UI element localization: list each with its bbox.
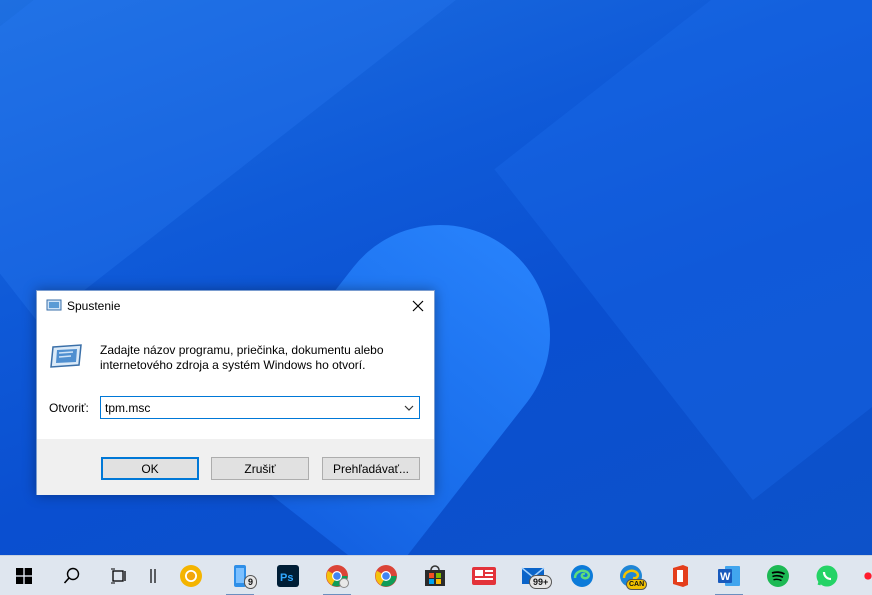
run-program-icon (50, 344, 82, 368)
taskbar-app-store[interactable] (415, 556, 455, 595)
run-dialog: Spustenie Zadajte názov programu, prieči… (36, 290, 435, 495)
close-button[interactable] (402, 291, 434, 321)
whatsapp-icon (816, 565, 838, 587)
notification-badge: 99+ (529, 575, 553, 589)
spotify-icon (767, 565, 789, 587)
taskbar-app-canary-browser[interactable] (171, 556, 211, 595)
news-icon (472, 567, 496, 585)
taskbar-app-chrome-profile[interactable] (317, 556, 357, 595)
taskbar-app-phone[interactable]: 9 (220, 556, 260, 595)
description-line: internetového zdroja a systém Windows ho… (100, 358, 366, 372)
open-combobox[interactable] (100, 396, 420, 419)
wallpaper-shape (494, 0, 872, 501)
taskbar-app-mail[interactable]: 99+ (513, 556, 553, 595)
open-input[interactable] (105, 399, 395, 416)
taskbar-app-opera[interactable] (852, 556, 872, 595)
chrome-icon (375, 565, 397, 587)
taskbar-app-edge[interactable] (562, 556, 602, 595)
taskbar-app-chrome[interactable] (366, 556, 406, 595)
taskbar-app-edge-canary[interactable]: CAN (611, 556, 651, 595)
taskbar-app-whatsapp[interactable] (807, 556, 847, 595)
task-view-icon (111, 568, 126, 584)
search-button[interactable] (52, 556, 92, 595)
taskbar-app-photoshop[interactable]: Ps (268, 556, 308, 595)
svg-text:Ps: Ps (280, 572, 293, 584)
open-label: Otvoriť: (49, 401, 89, 415)
photoshop-icon: Ps (277, 565, 299, 587)
dialog-footer: OK Zrušiť Prehľadávať... (37, 439, 434, 495)
dialog-titlebar[interactable]: Spustenie (37, 291, 434, 321)
close-icon (412, 300, 424, 312)
start-button[interactable] (4, 556, 44, 595)
taskbar-app-news[interactable] (464, 556, 504, 595)
chevron-down-icon[interactable] (401, 400, 417, 416)
canary-badge: CAN (626, 579, 648, 590)
word-icon: W (718, 566, 740, 586)
notification-badge: 9 (244, 575, 258, 589)
svg-text:W: W (720, 571, 731, 583)
chrome-canary-icon (180, 565, 202, 587)
description-line: Zadajte názov programu, priečinka, dokum… (100, 343, 384, 357)
chrome-icon (326, 565, 349, 588)
office-icon (673, 565, 688, 587)
taskbar-app-word[interactable]: W (709, 556, 749, 595)
browse-button[interactable]: Prehľadávať... (322, 457, 420, 480)
search-icon (63, 567, 80, 584)
cancel-button[interactable]: Zrušiť (211, 457, 309, 480)
windows-icon (16, 568, 32, 584)
opera-icon (864, 572, 872, 580)
dialog-description: Zadajte názov programu, priečinka, dokum… (100, 343, 420, 373)
store-icon (425, 565, 445, 586)
dialog-title: Spustenie (67, 299, 121, 313)
edge-icon (571, 565, 593, 587)
separator-icon (150, 569, 156, 583)
taskbar-app-office[interactable] (660, 556, 700, 595)
run-icon (46, 299, 62, 311)
widgets-button[interactable] (133, 556, 173, 595)
ok-button[interactable]: OK (101, 457, 199, 480)
taskbar: 9 Ps 99+ CAN W (0, 555, 872, 595)
taskbar-app-spotify[interactable] (758, 556, 798, 595)
